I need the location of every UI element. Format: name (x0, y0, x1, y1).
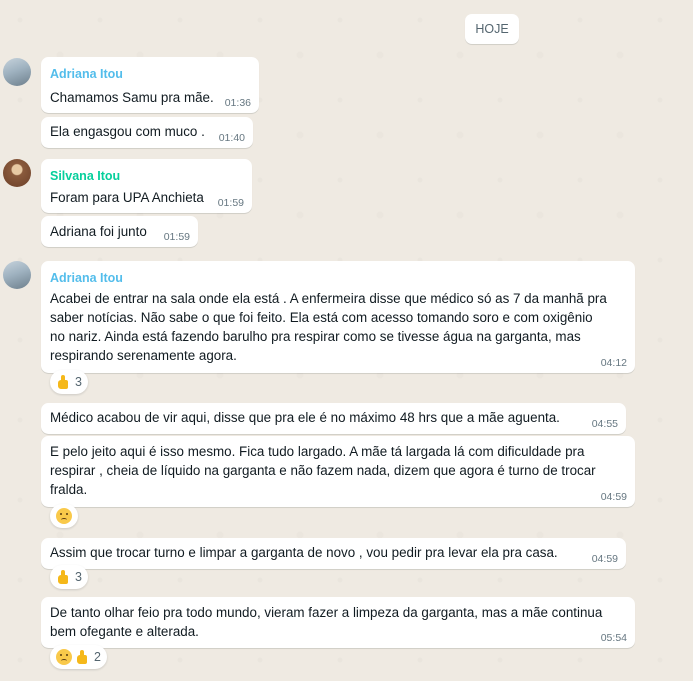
reaction-count: 3 (75, 570, 82, 584)
message-text: Assim que trocar turno e limpar a gargan… (50, 545, 558, 560)
message-text: Médico acabou de vir aqui, disse que pra… (50, 410, 560, 425)
avatar-adriana[interactable] (3, 58, 31, 86)
message-text: Foram para UPA Anchieta (50, 190, 204, 205)
message-text: E pelo jeito aqui é isso mesmo. Fica tud… (50, 444, 596, 497)
message-text: Adriana foi junto (50, 224, 147, 239)
message-bubble[interactable]: Médico acabou de vir aqui, disse que pra… (41, 403, 626, 434)
sad-face-icon (56, 508, 72, 524)
message-time: 01:36 (224, 97, 251, 109)
message-bubble[interactable]: Assim que trocar turno e limpar a gargan… (41, 538, 626, 569)
message-time: 05:54 (600, 632, 627, 644)
reaction-badge[interactable]: 2 (50, 645, 107, 669)
message-text: Chamamos Samu pra mãe. (50, 90, 214, 105)
sender-name[interactable]: Adriana Itou (50, 67, 123, 81)
message-bubble[interactable]: De tanto olhar feio pra todo mundo, vier… (41, 597, 635, 648)
message-time: 01:59 (163, 231, 190, 243)
message-bubble[interactable]: Adriana Itou Chamamos Samu pra mãe. 01:3… (41, 57, 259, 113)
message-bubble[interactable]: Ela engasgou com muco . 01:40 (41, 117, 253, 148)
message-time: 01:59 (217, 197, 244, 209)
reaction-badge[interactable] (50, 504, 78, 528)
reaction-badge[interactable]: 3 (50, 565, 88, 589)
message-time: 01:40 (218, 132, 245, 144)
message-text: Ela engasgou com muco . (50, 124, 205, 139)
message-bubble[interactable]: E pelo jeito aqui é isso mesmo. Fica tud… (41, 436, 635, 507)
thumbs-up-icon (56, 374, 72, 390)
message-bubble[interactable]: Adriana Itou Acabei de entrar na sala on… (41, 261, 635, 373)
date-separator: HOJE (465, 14, 519, 44)
message-bubble[interactable]: Adriana foi junto 01:59 (41, 216, 198, 247)
sad-face-icon (56, 649, 72, 665)
message-time: 04:59 (600, 491, 627, 503)
message-time: 04:12 (600, 357, 627, 369)
sender-name[interactable]: Silvana Itou (50, 169, 120, 183)
avatar-silvana[interactable] (3, 159, 31, 187)
reaction-badge[interactable]: 3 (50, 370, 88, 394)
reaction-count: 3 (75, 375, 82, 389)
thumbs-up-icon (75, 649, 91, 665)
message-time: 04:59 (591, 553, 618, 565)
sender-name[interactable]: Adriana Itou (50, 271, 123, 285)
message-text: Acabei de entrar na sala onde ela está .… (50, 291, 607, 363)
thumbs-up-icon (56, 569, 72, 585)
message-bubble[interactable]: Silvana Itou Foram para UPA Anchieta 01:… (41, 159, 252, 213)
reaction-count: 2 (94, 650, 101, 664)
message-text: De tanto olhar feio pra todo mundo, vier… (50, 605, 603, 639)
avatar-adriana[interactable] (3, 261, 31, 289)
message-time: 04:55 (591, 418, 618, 430)
